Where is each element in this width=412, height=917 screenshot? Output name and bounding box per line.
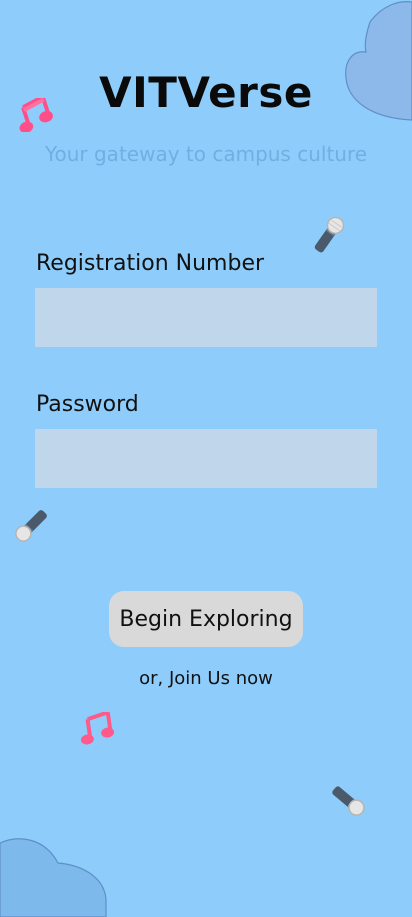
password-label: Password	[36, 392, 139, 417]
begin-exploring-button[interactable]: Begin Exploring	[109, 591, 303, 647]
app-tagline: Your gateway to campus culture	[44, 142, 368, 166]
login-screen: VITVerse Your gateway to campus culture …	[0, 0, 412, 917]
app-title: VITVerse	[99, 68, 313, 117]
microphone-icon	[314, 216, 345, 253]
registration-number-input[interactable]	[35, 288, 377, 347]
registration-number-label: Registration Number	[36, 251, 265, 276]
password-input[interactable]	[35, 429, 377, 488]
music-note-icon	[19, 98, 53, 132]
cloud-icon	[0, 838, 107, 917]
music-note-icon	[80, 712, 115, 745]
join-us-link[interactable]: or, Join Us now	[0, 668, 412, 689]
microphone-icon	[15, 510, 47, 542]
microphone-icon	[332, 786, 365, 816]
